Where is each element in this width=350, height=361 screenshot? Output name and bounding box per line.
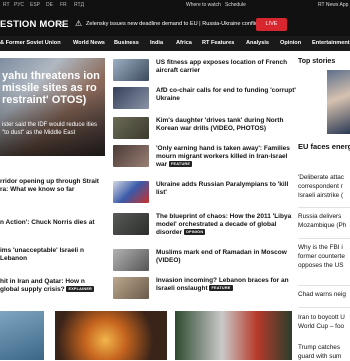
nav-item[interactable]: World News [73,40,105,46]
top-story-item[interactable]: Mozambique (Ph [298,222,350,230]
live-button[interactable]: LIVE [256,18,287,31]
thumbnail-image[interactable] [113,277,149,299]
list-item[interactable]: Invasion incoming? Lebanon braces for an… [113,277,293,299]
top-story-item[interactable]: Why is the FBI i [298,244,350,252]
explainer-tag: EXPLAINER [66,286,94,293]
headline[interactable]: Invasion incoming? Lebanon braces for an… [156,277,296,293]
lang-item[interactable]: РУС [14,2,24,8]
app-link[interactable]: RT News App [318,2,348,8]
thumbnail-image[interactable] [113,213,149,235]
left-headline[interactable]: n Action': Chuck Norris dies at [0,219,104,227]
thumbnail-image[interactable] [113,87,149,109]
opinion-tag: OPINION [183,229,206,236]
nav-item[interactable]: Analysis [246,40,269,46]
list-item[interactable]: The blueprint of chaos: How the 2011 'Li… [113,213,296,237]
left-headline[interactable]: hit in Iran and Qatar: How n global supp… [0,278,104,294]
hero-subtitle: ister said the IDF would reduce ities "t… [2,122,98,136]
story-image[interactable] [175,311,292,360]
top-story-item[interactable]: opposes the US [298,262,350,270]
list-item[interactable]: AfD co-chair calls for end to funding 'c… [113,87,296,109]
lang-item[interactable]: ESP [30,2,40,8]
top-story-item[interactable]: World Cup – foo [298,323,350,331]
feature-tag: FEATURE [209,285,233,292]
divider [298,207,350,208]
top-bar: RT РУС ESP DE FR RTД Where to watch Sche… [0,0,350,36]
divider [298,238,350,239]
nav-item[interactable]: RT Features [202,40,234,46]
nav-item[interactable]: Entertainment [312,40,350,46]
feature-tag: FEATURE [169,161,193,168]
top-stories-heading: Top stories [298,58,336,65]
hero-title[interactable]: yahu threatens ion missile sites as ro r… [2,70,105,106]
thumbnail-image[interactable] [113,249,149,271]
headline[interactable]: 'Only earning hand is taken away': Famil… [156,145,296,169]
list-item[interactable]: 'Only earning hand is taken away': Famil… [113,145,296,169]
divider [298,285,350,286]
list-item[interactable]: Muslims mark end of Ramadan in Moscow (V… [113,249,293,271]
left-headline[interactable]: ims 'unacceptable' Israeli n Lebanon [0,247,104,263]
thumbnail-image[interactable] [113,117,149,139]
nav-item[interactable]: Africa [176,40,192,46]
top-story-item[interactable]: Israeli airstrike ( [298,192,350,200]
nav-item[interactable]: Opinion [280,40,301,46]
lang-item[interactable]: DE [46,2,53,8]
top-story-item[interactable]: Russia delivers [298,213,350,221]
story-image[interactable] [55,311,167,360]
story-image[interactable] [0,311,44,360]
list-item[interactable]: US fitness app exposes location of Frenc… [113,59,293,81]
list-item[interactable]: Kim's daughter 'drives tank' during Nort… [113,117,293,139]
top-story-item[interactable]: correspondent r [298,183,350,191]
nav-item[interactable]: Business [114,40,139,46]
section-nav: & Former Soviet Union World News Busines… [0,36,350,51]
headline[interactable]: Ukraine adds Russian Paralympians to 'ki… [156,181,296,197]
top-story-item[interactable]: former counterte [298,253,350,261]
nav-item[interactable]: & Former Soviet Union [0,40,61,46]
top-story-item[interactable]: Iran to boycott U [298,314,350,322]
thumbnail-image[interactable] [113,145,149,167]
headline[interactable]: The blueprint of chaos: How the 2011 'Li… [156,213,296,237]
lang-item[interactable]: RTД [74,2,84,8]
divider [298,307,350,308]
hero-story[interactable]: yahu threatens ion missile sites as ro r… [0,58,105,156]
top-story-item[interactable]: 'Deliberate attac [298,174,350,182]
headline[interactable]: AfD co-chair calls for end to funding 'c… [156,87,296,103]
thumbnail-image[interactable] [113,181,149,203]
headline[interactable]: US fitness app exposes location of Frenc… [156,59,296,75]
menu-search-icon[interactable]: ≡ ⚲ [55,21,65,28]
left-headline[interactable]: rridor opening up through Strait ra: Wha… [0,178,104,194]
thumbnail-image[interactable] [113,59,149,81]
nav-item[interactable]: India [150,40,163,46]
warning-icon: ⚠ [75,19,83,28]
top-story-item[interactable]: Trump catches [298,344,350,352]
headline[interactable]: Muslims mark end of Ramadan in Moscow (V… [156,249,296,265]
headline[interactable]: Kim's daughter 'drives tank' during Nort… [156,117,296,133]
schedule-link[interactable]: Schedule [225,2,246,8]
list-item[interactable]: Ukraine adds Russian Paralympians to 'ki… [113,181,293,203]
top-story-image[interactable] [327,70,350,134]
lang-item[interactable]: RT [3,2,10,8]
top-story-headline[interactable]: EU faces energy Putin envoy [298,142,350,151]
breaking-news-link[interactable]: Zelensky issues new deadline demand to E… [86,21,259,27]
lang-item[interactable]: FR [60,2,67,8]
where-to-watch-link[interactable]: Where to watch [186,2,221,8]
top-story-item[interactable]: Chad warns neig [298,291,350,299]
